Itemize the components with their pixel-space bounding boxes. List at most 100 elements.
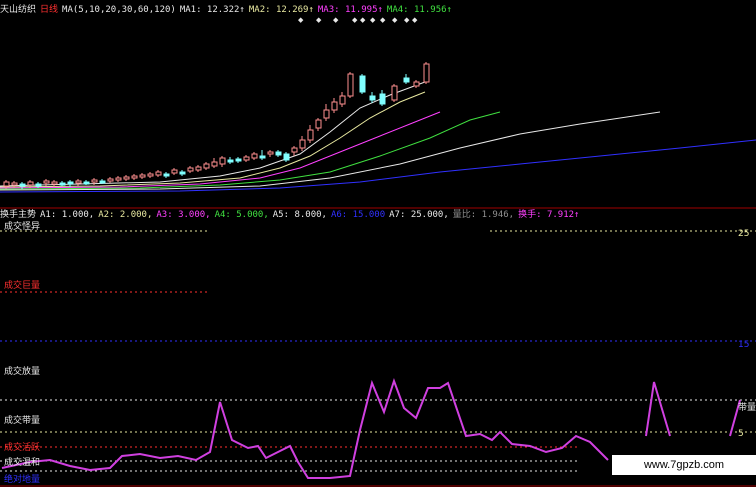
candle-body-27 [219, 157, 226, 165]
candle-body-11 [91, 179, 98, 183]
candle-body-13 [107, 178, 114, 182]
watermark: www.7gpzb.com [612, 455, 756, 475]
a3-value: A3: 3.000, [156, 210, 211, 220]
zone-label-heavy: 成交放量 [4, 367, 41, 377]
period-label[interactable]: 日线 [40, 5, 58, 15]
candle-body-31 [251, 153, 258, 159]
candle-body-5 [43, 180, 50, 184]
grid-lines [0, 207, 756, 487]
right-label-5: 5 [738, 429, 744, 439]
candle-body-3 [27, 181, 34, 186]
candle-body-36 [291, 147, 298, 153]
candle-body-22 [179, 171, 186, 175]
zone-label-active: 成交活跃 [4, 443, 41, 453]
candle-body-24 [195, 166, 202, 171]
candle-body-40 [323, 109, 330, 119]
candle-body-28 [227, 159, 234, 163]
candle-body-0 [3, 181, 10, 187]
ma-line-2 [0, 91, 426, 188]
ma-line-3 [0, 111, 441, 189]
event-marker-6: ◆ [380, 16, 386, 24]
event-marker-4: ◆ [360, 16, 366, 24]
candle-body-2 [19, 183, 26, 187]
candle-body-14 [115, 177, 122, 181]
right-label-25: 25 [738, 229, 750, 239]
ma-params: MA(5,10,20,30,60,120) [62, 5, 176, 15]
candle-body-10 [83, 181, 90, 185]
a4-value: A4: 5.000, [214, 210, 269, 220]
candle-body-33 [267, 151, 274, 155]
candle-body-38 [307, 129, 314, 141]
zone-label-low: 绝对地量 [4, 475, 41, 485]
turnover-line-segment-0 [1, 377, 609, 479]
candle-body-23 [187, 167, 194, 172]
candle-body-35 [283, 153, 290, 161]
event-marker-5: ◆ [370, 16, 376, 24]
candle-body-4 [35, 183, 42, 187]
candle-body-41 [331, 101, 338, 111]
ma3-value: MA3: 11.995↑ [317, 5, 383, 15]
candle-body-18 [147, 173, 154, 177]
a7-value: A7: 25.000, [389, 210, 449, 220]
candle-body-30 [243, 156, 250, 161]
candle-body-15 [123, 176, 130, 180]
zone-label-mild: 成交温和 [4, 458, 41, 468]
right-label-15: 15 [738, 340, 750, 350]
event-marker-9: ◆ [412, 16, 418, 24]
a1-value: A1: 1.000, [40, 210, 95, 220]
ma-line-6 [0, 139, 756, 193]
candle-body-17 [139, 174, 146, 178]
turnover-value: 换手: 7.912↑ [518, 210, 580, 220]
candle-body-37 [299, 139, 306, 149]
turnover-line-segment-1 [645, 381, 671, 437]
candle-body-43 [347, 73, 354, 97]
moving-average-lines [0, 81, 756, 193]
candle-body-29 [235, 158, 242, 162]
stock-name[interactable]: 天山纺织 [0, 5, 36, 15]
right-label-band: 带量 [738, 403, 756, 413]
event-marker-2: ◆ [333, 16, 339, 24]
candle-body-1 [11, 182, 18, 186]
ma-line-5 [0, 111, 661, 191]
candle-body-16 [131, 175, 138, 179]
candle-body-48 [403, 77, 410, 83]
candle-body-47 [391, 85, 398, 101]
candle-body-12 [99, 180, 106, 184]
candle-body-7 [59, 182, 66, 186]
candle-body-45 [369, 95, 376, 101]
candle-body-9 [75, 180, 82, 184]
a6-value: A6: 15.000 [330, 210, 386, 220]
candle-body-25 [203, 163, 210, 169]
event-marker-3: ◆ [352, 16, 358, 24]
candle-body-19 [155, 171, 162, 176]
candle-body-49 [413, 81, 420, 87]
candle-body-34 [275, 151, 282, 156]
candle-body-20 [163, 173, 170, 177]
ma4-value: MA4: 11.956↑ [386, 5, 452, 15]
event-marker-1: ◆ [316, 16, 322, 24]
zone-label-abnormal: 成交怪异 [4, 222, 41, 232]
stock-chart[interactable]: ◆ ◆ ◆ ◆ ◆ ◆ ◆ ◆ ◆ ◆ [0, 0, 756, 487]
event-marker-8: ◆ [404, 16, 410, 24]
candle-body-50 [423, 63, 430, 83]
event-marker-7: ◆ [392, 16, 398, 24]
candle-body-32 [259, 155, 266, 159]
indicator-header: 换手主势 A1: 1.000, A2: 2.000, A3: 3.000, A4: 5.… [0, 207, 583, 221]
event-markers: ◆ ◆ ◆ ◆ ◆ ◆ ◆ ◆ ◆ ◆ [298, 16, 418, 24]
candle-body-8 [67, 181, 74, 185]
candlesticks [3, 62, 430, 189]
candle-body-26 [211, 161, 218, 167]
zone-label-medium: 成交带量 [4, 416, 41, 426]
volume-ratio-value: 量比: 1.946, [452, 210, 515, 220]
ma-line-1 [0, 81, 426, 187]
candle-body-6 [51, 181, 58, 185]
event-marker-0: ◆ [298, 16, 304, 24]
candle-body-21 [171, 169, 178, 174]
ma1-value: MA1: 12.322↑ [179, 5, 245, 15]
a2-value: A2: 2.000, [98, 210, 153, 220]
price-header: 天山纺织 日线 MA(5,10,20,30,60,120) MA1: 12.322↑ M… [0, 2, 456, 16]
candle-body-44 [359, 75, 366, 93]
candle-body-42 [339, 95, 346, 105]
ma-line-4 [0, 111, 501, 190]
a5-value: A5: 8.000, [272, 210, 327, 220]
